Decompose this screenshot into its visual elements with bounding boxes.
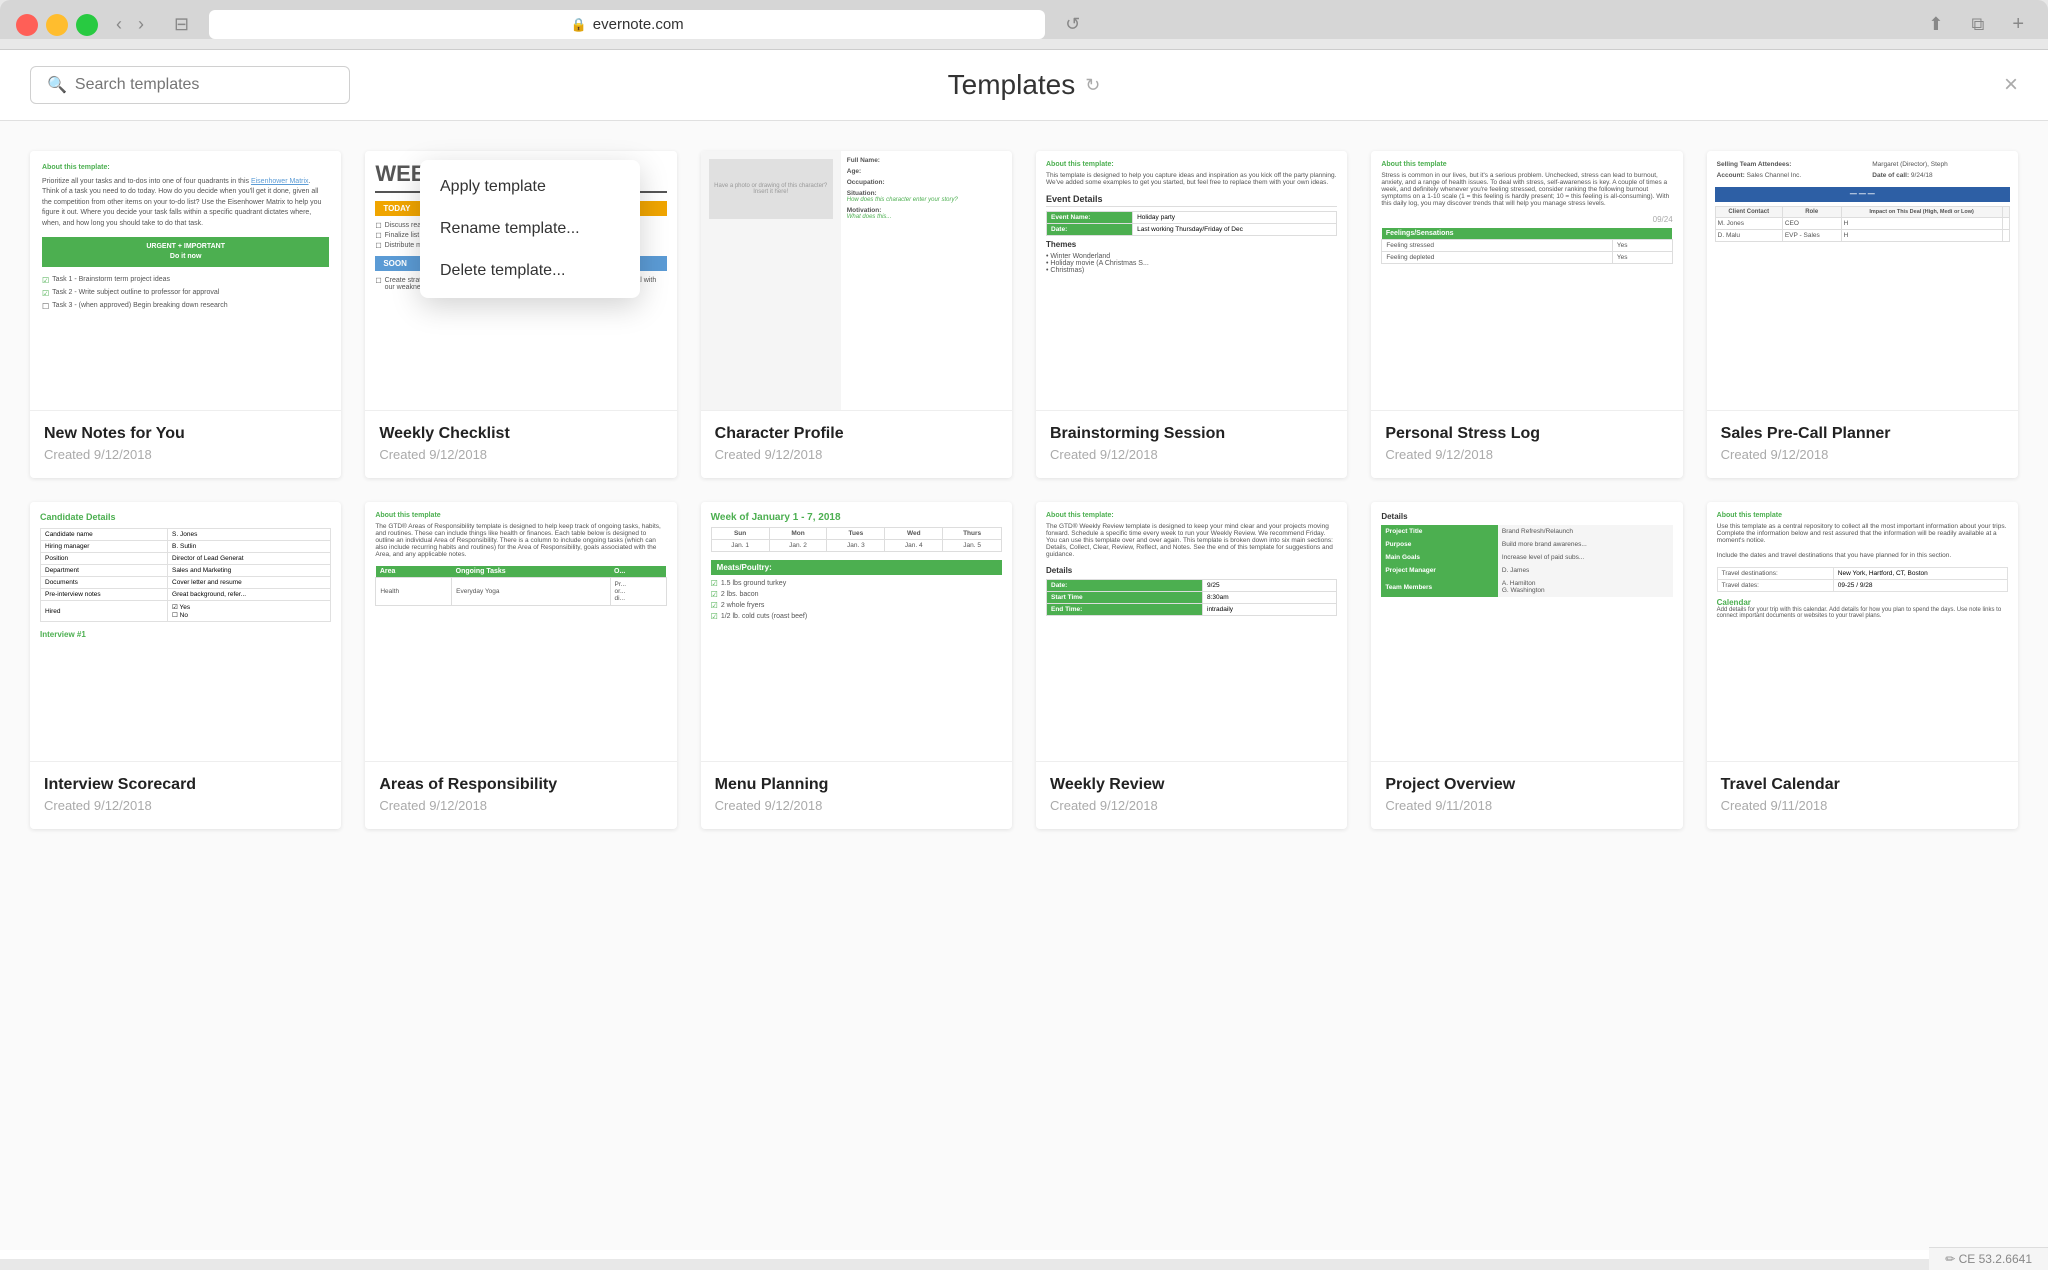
new-tab-button[interactable]: + xyxy=(2004,11,2032,38)
page-title: Templates ↻ xyxy=(948,69,1101,101)
template-preview-interview-scorecard: Candidate Details Candidate nameS. Jones… xyxy=(30,502,341,762)
template-preview-travel-calendar: About this template Use this template as… xyxy=(1707,502,2018,762)
templates-grid-row2: Candidate Details Candidate nameS. Jones… xyxy=(30,502,2018,829)
context-menu-overlay: Apply template Rename template... Delete… xyxy=(420,160,640,298)
template-title: New Notes for You xyxy=(44,425,327,443)
template-date: Created 9/12/2018 xyxy=(379,798,662,813)
template-card-character-profile[interactable]: Have a photo or drawing of this characte… xyxy=(701,151,1012,478)
template-preview-new-notes: About this template: Prioritize all your… xyxy=(30,151,341,411)
template-title: Personal Stress Log xyxy=(1385,425,1668,443)
context-menu: Apply template Rename template... Delete… xyxy=(420,160,640,298)
app-window: 🔍 Templates ↻ × Apply template Rename te… xyxy=(0,49,2048,1259)
search-box[interactable]: 🔍 xyxy=(30,66,350,104)
template-info-sales-pre-call: Sales Pre-Call Planner Created 9/12/2018 xyxy=(1707,411,2018,478)
template-card-sales-pre-call[interactable]: Selling Team Attendees:Margaret (Directo… xyxy=(1707,151,2018,478)
template-info-new-notes: New Notes for You Created 9/12/2018 xyxy=(30,411,341,478)
template-date: Created 9/12/2018 xyxy=(715,798,998,813)
template-card-weekly-review[interactable]: About this template: The GTD® Weekly Rev… xyxy=(1036,502,1347,829)
template-date: Created 9/11/2018 xyxy=(1721,798,2004,813)
template-date: Created 9/12/2018 xyxy=(1385,447,1668,462)
template-title: Sales Pre-Call Planner xyxy=(1721,425,2004,443)
close-button[interactable]: × xyxy=(2004,71,2018,99)
template-card-new-notes[interactable]: About this template: Prioritize all your… xyxy=(30,151,341,478)
template-preview-project-overview: Details Project TitleBrand Refresh/Relau… xyxy=(1371,502,1682,762)
template-card-project-overview[interactable]: Details Project TitleBrand Refresh/Relau… xyxy=(1371,502,1682,829)
tab-overview-button[interactable]: ⧉ xyxy=(1963,12,1992,37)
search-icon: 🔍 xyxy=(47,75,67,95)
template-card-menu-planning[interactable]: Week of January 1 - 7, 2018 SunMonTuesWe… xyxy=(701,502,1012,829)
status-text: CE 53.2.6641 xyxy=(1959,1252,2032,1266)
close-traffic-light[interactable] xyxy=(16,14,38,36)
template-date: Created 9/12/2018 xyxy=(44,447,327,462)
templates-grid-row1: About this template: Prioritize all your… xyxy=(30,151,2018,478)
template-preview-brainstorming: About this template: This template is de… xyxy=(1036,151,1347,411)
template-preview-character-profile: Have a photo or drawing of this characte… xyxy=(701,151,1012,411)
template-date: Created 9/12/2018 xyxy=(1721,447,2004,462)
url-text: evernote.com xyxy=(593,16,684,33)
template-preview-weekly-review: About this template: The GTD® Weekly Rev… xyxy=(1036,502,1347,762)
template-title: Areas of Responsibility xyxy=(379,776,662,794)
context-menu-apply[interactable]: Apply template xyxy=(420,166,640,208)
traffic-lights xyxy=(16,14,98,36)
template-title: Brainstorming Session xyxy=(1050,425,1333,443)
template-preview-sales-pre-call: Selling Team Attendees:Margaret (Directo… xyxy=(1707,151,2018,411)
status-icon: ✏ xyxy=(1945,1252,1955,1266)
template-card-travel-calendar[interactable]: About this template Use this template as… xyxy=(1707,502,2018,829)
template-title: Interview Scorecard xyxy=(44,776,327,794)
app-header: 🔍 Templates ↻ × xyxy=(0,50,2048,121)
search-input[interactable] xyxy=(75,76,295,94)
template-info-character-profile: Character Profile Created 9/12/2018 xyxy=(701,411,1012,478)
template-info-project-overview: Project Overview Created 9/11/2018 xyxy=(1371,762,1682,829)
template-title: Character Profile xyxy=(715,425,998,443)
template-info-interview-scorecard: Interview Scorecard Created 9/12/2018 xyxy=(30,762,341,829)
template-date: Created 9/12/2018 xyxy=(1050,798,1333,813)
template-date: Created 9/11/2018 xyxy=(1385,798,1668,813)
template-preview-areas-of-responsibility: About this template The GTD® Areas of Re… xyxy=(365,502,676,762)
template-card-areas-of-responsibility[interactable]: About this template The GTD® Areas of Re… xyxy=(365,502,676,829)
template-date: Created 9/12/2018 xyxy=(379,447,662,462)
template-card-brainstorming[interactable]: About this template: This template is de… xyxy=(1036,151,1347,478)
back-button[interactable]: ‹ xyxy=(110,12,128,37)
template-info-stress-log: Personal Stress Log Created 9/12/2018 xyxy=(1371,411,1682,478)
template-title: Weekly Checklist xyxy=(379,425,662,443)
reload-button[interactable]: ↺ xyxy=(1057,12,1088,37)
content-area: Apply template Rename template... Delete… xyxy=(0,121,2048,1250)
template-title: Travel Calendar xyxy=(1721,776,2004,794)
browser-chrome: ‹ › ⊟ 🔒 evernote.com ↺ ⬆ ⧉ + xyxy=(0,0,2048,39)
template-card-interview-scorecard[interactable]: Candidate Details Candidate nameS. Jones… xyxy=(30,502,341,829)
refresh-icon[interactable]: ↻ xyxy=(1085,75,1100,96)
template-date: Created 9/12/2018 xyxy=(715,447,998,462)
share-button[interactable]: ⬆ xyxy=(1920,12,1951,37)
template-title: Weekly Review xyxy=(1050,776,1333,794)
nav-buttons: ‹ › xyxy=(110,12,150,37)
fullscreen-traffic-light[interactable] xyxy=(76,14,98,36)
template-info-weekly-review: Weekly Review Created 9/12/2018 xyxy=(1036,762,1347,829)
lock-icon: 🔒 xyxy=(571,17,587,33)
template-info-areas-of-responsibility: Areas of Responsibility Created 9/12/201… xyxy=(365,762,676,829)
template-title: Menu Planning xyxy=(715,776,998,794)
sidebar-button[interactable]: ⊟ xyxy=(166,12,197,37)
template-info-travel-calendar: Travel Calendar Created 9/11/2018 xyxy=(1707,762,2018,829)
url-bar[interactable]: 🔒 evernote.com xyxy=(209,10,1045,39)
template-title: Project Overview xyxy=(1385,776,1668,794)
context-menu-delete[interactable]: Delete template... xyxy=(420,250,640,292)
template-info-menu-planning: Menu Planning Created 9/12/2018 xyxy=(701,762,1012,829)
template-info-weekly-checklist: Weekly Checklist Created 9/12/2018 xyxy=(365,411,676,478)
template-info-brainstorming: Brainstorming Session Created 9/12/2018 xyxy=(1036,411,1347,478)
template-date: Created 9/12/2018 xyxy=(44,798,327,813)
context-menu-rename[interactable]: Rename template... xyxy=(420,208,640,250)
template-card-stress-log[interactable]: About this template Stress is common in … xyxy=(1371,151,1682,478)
template-preview-menu-planning: Week of January 1 - 7, 2018 SunMonTuesWe… xyxy=(701,502,1012,762)
status-bar: ✏ CE 53.2.6641 xyxy=(1929,1247,2048,1270)
forward-button[interactable]: › xyxy=(132,12,150,37)
minimize-traffic-light[interactable] xyxy=(46,14,68,36)
template-preview-stress-log: About this template Stress is common in … xyxy=(1371,151,1682,411)
template-date: Created 9/12/2018 xyxy=(1050,447,1333,462)
